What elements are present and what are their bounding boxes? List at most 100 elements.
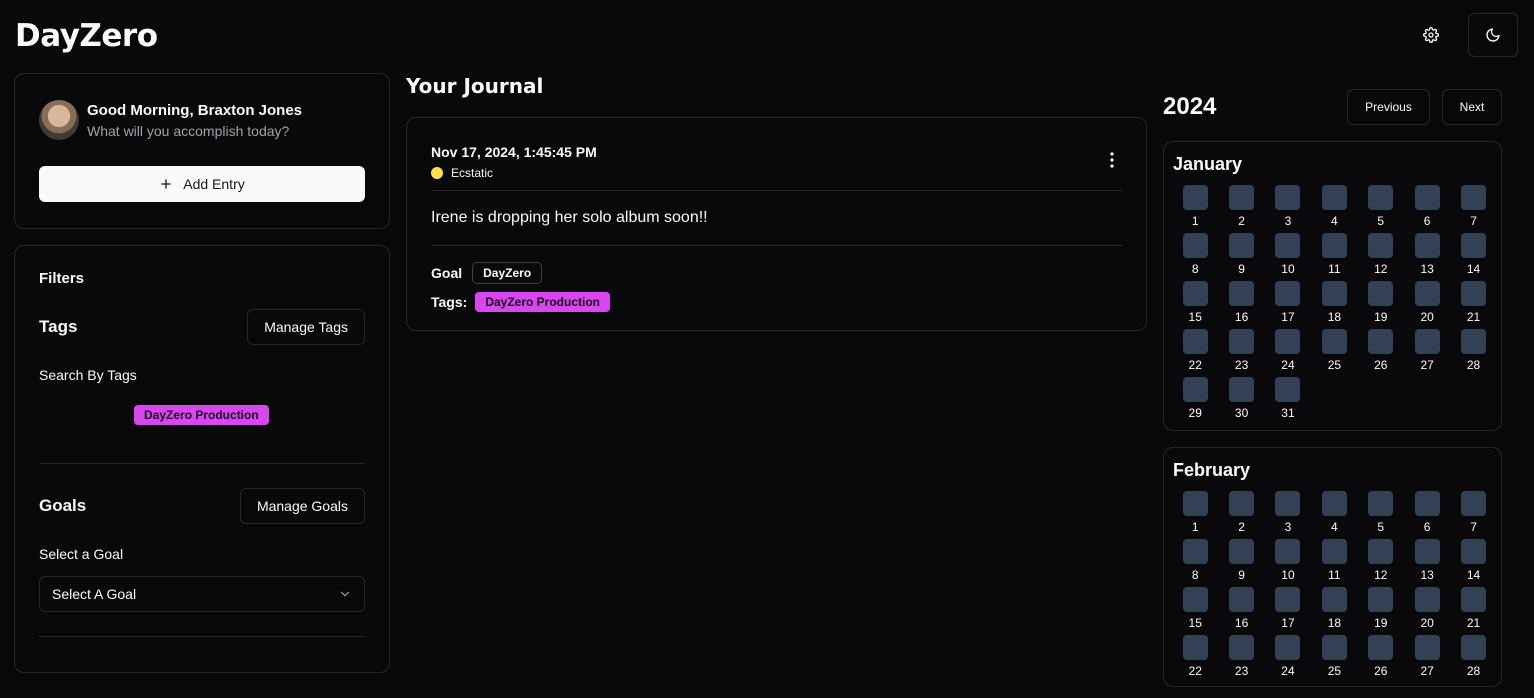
- calendar-day[interactable]: 19: [1358, 281, 1404, 329]
- calendar-day[interactable]: 4: [1311, 491, 1357, 539]
- calendar-day[interactable]: 10: [1265, 539, 1311, 587]
- calendar-day[interactable]: 13: [1404, 539, 1450, 587]
- calendar-day[interactable]: 14: [1450, 539, 1496, 587]
- calendar-day[interactable]: 14: [1450, 233, 1496, 281]
- goal-select[interactable]: Select A Goal: [39, 576, 365, 612]
- calendar-day-cell[interactable]: [1275, 377, 1301, 402]
- calendar-day-cell[interactable]: [1182, 233, 1208, 258]
- calendar-day-cell[interactable]: [1229, 329, 1255, 354]
- calendar-day-cell[interactable]: [1229, 233, 1255, 258]
- calendar-day[interactable]: 20: [1404, 281, 1450, 329]
- calendar-day-cell[interactable]: [1368, 539, 1394, 564]
- calendar-day[interactable]: 24: [1265, 635, 1311, 683]
- calendar-day-cell[interactable]: [1414, 233, 1440, 258]
- calendar-day[interactable]: 8: [1172, 233, 1218, 281]
- calendar-day[interactable]: 9: [1218, 539, 1264, 587]
- calendar-day-cell[interactable]: [1275, 539, 1301, 564]
- calendar-day-cell[interactable]: [1368, 491, 1394, 516]
- calendar-day[interactable]: 6: [1404, 185, 1450, 233]
- calendar-day-cell[interactable]: [1461, 491, 1487, 516]
- calendar-day[interactable]: 25: [1311, 635, 1357, 683]
- calendar-day[interactable]: 24: [1265, 329, 1311, 377]
- calendar-day-cell[interactable]: [1368, 281, 1394, 306]
- calendar-day[interactable]: 7: [1450, 185, 1496, 233]
- calendar-day-cell[interactable]: [1414, 587, 1440, 612]
- calendar-day[interactable]: 21: [1450, 587, 1496, 635]
- calendar-day-cell[interactable]: [1275, 587, 1301, 612]
- calendar-day[interactable]: 3: [1265, 491, 1311, 539]
- calendar-day[interactable]: 2: [1218, 491, 1264, 539]
- calendar-day[interactable]: 21: [1450, 281, 1496, 329]
- calendar-day[interactable]: 16: [1218, 587, 1264, 635]
- calendar-day[interactable]: 22: [1172, 635, 1218, 683]
- calendar-day-cell[interactable]: [1461, 587, 1487, 612]
- calendar-day[interactable]: 5: [1358, 185, 1404, 233]
- calendar-day[interactable]: 28: [1450, 635, 1496, 683]
- calendar-day-cell[interactable]: [1461, 281, 1487, 306]
- calendar-day-cell[interactable]: [1182, 377, 1208, 402]
- calendar-day-cell[interactable]: [1182, 587, 1208, 612]
- app-logo[interactable]: DayZero: [15, 18, 158, 54]
- calendar-day-cell[interactable]: [1275, 491, 1301, 516]
- calendar-day-cell[interactable]: [1321, 281, 1347, 306]
- calendar-day[interactable]: 30: [1218, 377, 1264, 425]
- next-button[interactable]: Next: [1442, 89, 1502, 125]
- calendar-day-cell[interactable]: [1368, 635, 1394, 660]
- calendar-day[interactable]: 12: [1358, 233, 1404, 281]
- calendar-day[interactable]: 10: [1265, 233, 1311, 281]
- calendar-day[interactable]: 11: [1311, 539, 1357, 587]
- calendar-day[interactable]: 13: [1404, 233, 1450, 281]
- add-entry-button[interactable]: Add Entry: [39, 166, 365, 202]
- calendar-day-cell[interactable]: [1321, 587, 1347, 612]
- calendar-day[interactable]: 29: [1172, 377, 1218, 425]
- calendar-day[interactable]: 23: [1218, 329, 1264, 377]
- calendar-day-cell[interactable]: [1414, 635, 1440, 660]
- calendar-day[interactable]: 2: [1218, 185, 1264, 233]
- entry-menu-button[interactable]: [1110, 152, 1114, 173]
- settings-button[interactable]: [1406, 13, 1456, 57]
- calendar-day-cell[interactable]: [1229, 377, 1255, 402]
- calendar-day[interactable]: 15: [1172, 281, 1218, 329]
- calendar-day[interactable]: 19: [1358, 587, 1404, 635]
- calendar-day-cell[interactable]: [1182, 281, 1208, 306]
- previous-button[interactable]: Previous: [1347, 89, 1430, 125]
- calendar-day-cell[interactable]: [1368, 185, 1394, 210]
- calendar-day[interactable]: 31: [1265, 377, 1311, 425]
- calendar-day-cell[interactable]: [1414, 281, 1440, 306]
- calendar-day-cell[interactable]: [1182, 491, 1208, 516]
- calendar-day[interactable]: 22: [1172, 329, 1218, 377]
- manage-tags-button[interactable]: Manage Tags: [247, 309, 365, 345]
- calendar-day-cell[interactable]: [1229, 587, 1255, 612]
- calendar-day-cell[interactable]: [1275, 185, 1301, 210]
- journal-entry-card[interactable]: Nov 17, 2024, 1:45:45 PM Ecstatic Irene …: [406, 117, 1147, 331]
- calendar-day[interactable]: 15: [1172, 587, 1218, 635]
- manage-goals-button[interactable]: Manage Goals: [239, 488, 365, 524]
- calendar-day-cell[interactable]: [1414, 539, 1440, 564]
- calendar-day-cell[interactable]: [1229, 491, 1255, 516]
- calendar-day[interactable]: 17: [1265, 587, 1311, 635]
- calendar-day-cell[interactable]: [1461, 185, 1487, 210]
- calendar-day-cell[interactable]: [1275, 233, 1301, 258]
- calendar-day[interactable]: 17: [1265, 281, 1311, 329]
- tag-option[interactable]: DayZero Production: [134, 405, 269, 425]
- calendar-day[interactable]: 1: [1172, 185, 1218, 233]
- calendar-day-cell[interactable]: [1461, 329, 1487, 354]
- calendar-day[interactable]: 18: [1311, 587, 1357, 635]
- calendar-day-cell[interactable]: [1368, 587, 1394, 612]
- calendar-day[interactable]: 27: [1404, 635, 1450, 683]
- calendar-day[interactable]: 9: [1218, 233, 1264, 281]
- calendar-day-cell[interactable]: [1229, 281, 1255, 306]
- calendar-day-cell[interactable]: [1414, 329, 1440, 354]
- calendar-day[interactable]: 16: [1218, 281, 1264, 329]
- theme-toggle-button[interactable]: [1468, 13, 1518, 57]
- calendar-day-cell[interactable]: [1321, 491, 1347, 516]
- calendar-day[interactable]: 23: [1218, 635, 1264, 683]
- calendar-day-cell[interactable]: [1229, 635, 1255, 660]
- calendar-day-cell[interactable]: [1321, 635, 1347, 660]
- calendar-day-cell[interactable]: [1182, 185, 1208, 210]
- calendar-day-cell[interactable]: [1321, 539, 1347, 564]
- calendar-day[interactable]: 27: [1404, 329, 1450, 377]
- calendar-day[interactable]: 3: [1265, 185, 1311, 233]
- calendar-day[interactable]: 25: [1311, 329, 1357, 377]
- calendar-day-cell[interactable]: [1321, 329, 1347, 354]
